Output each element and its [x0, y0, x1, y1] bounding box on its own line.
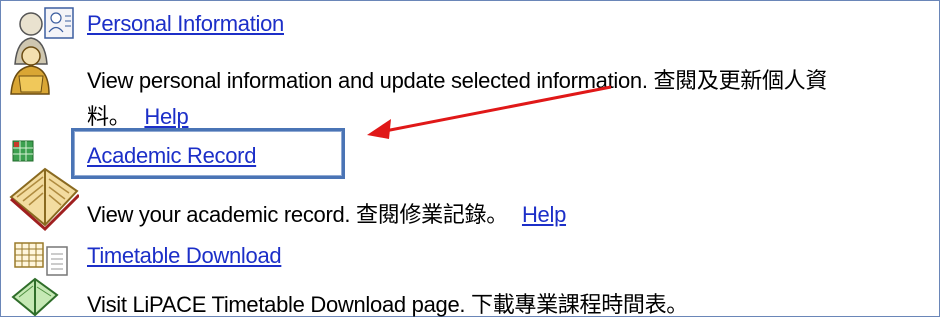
timetable-download-description: Visit LiPACE Timetable Download page. 下載…: [87, 287, 688, 319]
annotation-arrow-icon: [367, 85, 612, 139]
academic-record-desc-text: View your academic record. 查閱修業記錄。: [87, 202, 508, 227]
timetable-download-desc-text: Visit LiPACE Timetable Download page. 下載…: [87, 292, 688, 317]
academic-record-help-link[interactable]: Help: [522, 202, 566, 227]
open-book-icon[interactable]: [9, 139, 81, 238]
menu-panel: Personal Information View personal infor…: [0, 0, 940, 317]
personal-information-description-cont: 料。 Help: [87, 99, 189, 131]
academic-record-description: View your academic record. 查閱修業記錄。 Help: [87, 197, 566, 229]
personal-information-desc-line2: 料。: [87, 104, 131, 129]
people-icon[interactable]: [9, 4, 79, 101]
calendar-download-icon[interactable]: [9, 239, 79, 322]
personal-information-help-link[interactable]: Help: [144, 104, 188, 129]
personal-information-link[interactable]: Personal Information: [87, 11, 284, 37]
timetable-download-link[interactable]: Timetable Download: [87, 243, 282, 269]
academic-record-highlight-box: [71, 128, 345, 179]
